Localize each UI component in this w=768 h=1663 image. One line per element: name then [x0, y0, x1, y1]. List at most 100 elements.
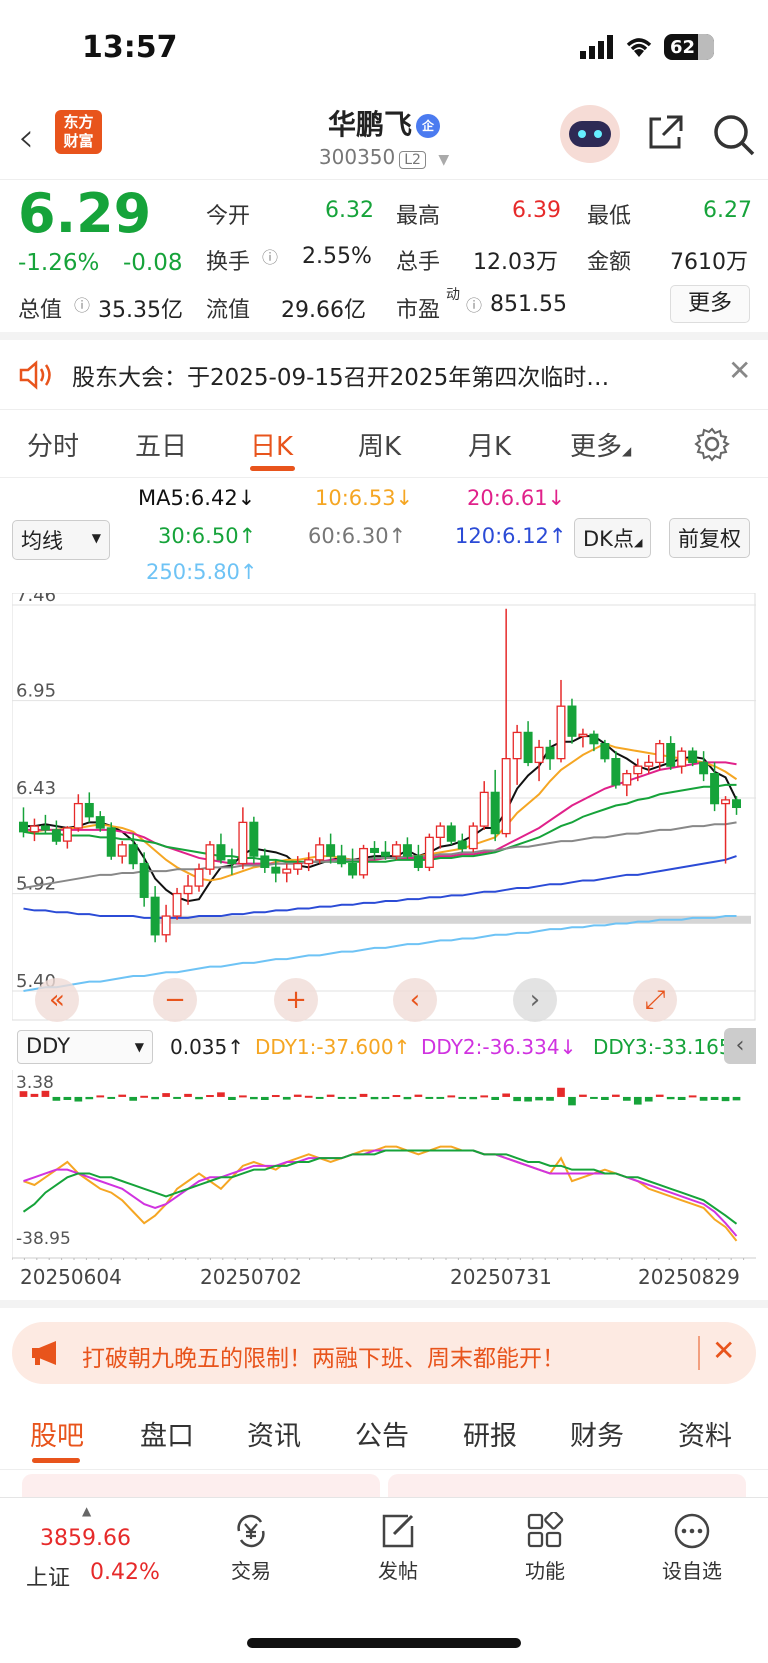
tab-monthly-k[interactable]: 月K	[468, 426, 511, 463]
dk-point-button[interactable]: DK点◢	[574, 518, 652, 558]
pe-value: 851.55	[490, 292, 567, 317]
ddy-bar	[535, 1096, 543, 1101]
scroll-left-button[interactable]: ‹	[393, 978, 437, 1022]
tab-profile[interactable]: 资料	[678, 1414, 732, 1453]
triangle-down-icon: ◢	[622, 444, 632, 458]
ddy-bar	[425, 1096, 434, 1099]
mcap-value: 35.35亿	[98, 298, 183, 323]
candle-body	[501, 758, 511, 835]
ddy-bar	[513, 1096, 521, 1102]
close-icon[interactable]: ✕	[712, 1334, 735, 1367]
candle-body	[139, 862, 149, 898]
tab-announcements[interactable]: 公告	[355, 1414, 409, 1453]
ddy-bar	[666, 1096, 675, 1100]
scroll-start-button[interactable]: «	[35, 978, 79, 1022]
tab-research[interactable]: 研报	[463, 1414, 517, 1453]
y-axis-tick-label: -38.95	[16, 1229, 71, 1249]
candle-body	[578, 733, 588, 737]
close-icon[interactable]: ✕	[728, 354, 751, 387]
index-name[interactable]: 上证	[26, 1560, 70, 1592]
triangle-down-icon: ◢	[633, 536, 643, 549]
candle-body	[315, 844, 325, 861]
triangle-down-icon: ▼	[91, 531, 101, 545]
tab-financials[interactable]: 财务	[570, 1414, 624, 1453]
search-icon[interactable]	[712, 113, 756, 157]
volume-value: 12.03万	[473, 250, 558, 275]
settings-gear-icon[interactable]	[694, 426, 730, 462]
index-value[interactable]: 3859.66	[40, 1526, 131, 1551]
ddy-bar	[590, 1096, 598, 1099]
ddy-bar	[491, 1096, 500, 1100]
turnover-label: 换手	[206, 250, 251, 275]
divider	[0, 1300, 768, 1308]
candlestick-chart[interactable]: 7.466.956.435.925.40	[12, 593, 756, 1021]
ma120-label: 120:6.12↑	[455, 524, 567, 548]
ddy-bar	[129, 1096, 138, 1101]
scroll-right-button[interactable]: ›	[513, 978, 557, 1022]
ddy-bar	[688, 1095, 697, 1098]
candle-body	[161, 915, 171, 936]
candle-body	[490, 791, 500, 835]
ddy-bar	[557, 1087, 565, 1097]
tab-five-day[interactable]: 五日	[135, 426, 187, 463]
zoom-out-button[interactable]: −	[153, 978, 197, 1022]
candle-body	[271, 866, 281, 874]
quote-panel: 6.29 -1.26% -0.08 今开 6.32 最高 6.39 最低 6.2…	[0, 182, 768, 340]
zoom-in-button[interactable]: +	[274, 978, 318, 1022]
info-icon[interactable]: ⓘ	[74, 292, 90, 316]
tab-forum[interactable]: 股吧	[30, 1414, 84, 1453]
ddy-bar	[293, 1094, 302, 1097]
candle-body	[677, 750, 687, 767]
ddy-bar	[271, 1095, 280, 1098]
ddy-bar	[74, 1096, 83, 1102]
functions-button[interactable]: 功能	[490, 1510, 600, 1584]
tab-daily-k[interactable]: 日K	[250, 426, 293, 463]
add-watchlist-button[interactable]: 设自选	[637, 1512, 747, 1584]
volume-label: 总手	[396, 250, 441, 275]
trade-button[interactable]: 交易	[196, 1512, 306, 1584]
tab-intraday[interactable]: 分时	[27, 426, 79, 463]
share-icon[interactable]	[645, 113, 685, 153]
info-icon[interactable]: ⓘ	[466, 292, 482, 316]
collapse-panel-button[interactable]: ‹	[724, 1028, 756, 1064]
info-icon[interactable]: ⓘ	[262, 244, 278, 268]
forum-card-peek	[388, 1474, 746, 1498]
ddy-bar	[502, 1093, 510, 1097]
tab-order-book[interactable]: 盘口	[140, 1414, 194, 1453]
ai-assistant-avatar[interactable]	[560, 105, 620, 163]
ddy-line-DDY2	[23, 1149, 738, 1237]
ddy-bar	[162, 1093, 170, 1097]
candle-body	[227, 859, 237, 865]
grid-icon	[527, 1510, 564, 1548]
x-axis-date-label: 20250829	[638, 1265, 740, 1289]
announcement-bar[interactable]: 股东大会：于2025-09-15召开2025年第四次临时… ✕	[0, 340, 768, 410]
candle-body	[18, 821, 28, 833]
enterprise-badge: 企	[416, 114, 440, 138]
post-button[interactable]: 发帖	[343, 1512, 453, 1584]
candle-body	[172, 892, 182, 917]
promo-banner[interactable]: 打破朝九晚五的限制！两融下班、周末都能开！ ✕	[12, 1322, 756, 1384]
indicator-selector[interactable]: DDY ▼	[17, 1030, 153, 1064]
tab-news[interactable]: 资讯	[247, 1414, 301, 1453]
ddy-bar	[436, 1096, 445, 1099]
index-change[interactable]: 0.42%	[90, 1560, 160, 1585]
fullscreen-expand-icon[interactable]: ⤢	[633, 978, 677, 1022]
ddy-bar	[282, 1096, 291, 1100]
ddy-bar	[228, 1096, 236, 1100]
ddy1-label: DDY1:-37.600↑	[255, 1035, 411, 1059]
ddy-bar	[184, 1093, 192, 1097]
ddy-indicator-chart[interactable]: 3.38 -38.95	[12, 1070, 756, 1260]
ma-selector[interactable]: 均线 ▼	[12, 520, 110, 560]
more-button[interactable]: 更多	[670, 285, 750, 323]
forward-adjust-button[interactable]: 前复权	[669, 518, 750, 558]
ddy-bar	[721, 1096, 730, 1102]
home-indicator	[247, 1638, 521, 1648]
candle-body	[260, 855, 270, 868]
change-amount: -0.08	[123, 250, 183, 276]
candle-body	[699, 761, 709, 775]
x-axis-date-label: 20250731	[450, 1265, 552, 1289]
tab-more[interactable]: 更多◢	[570, 426, 631, 463]
tab-weekly-k[interactable]: 周K	[358, 426, 401, 463]
ddy-bar	[710, 1096, 719, 1100]
ddy-bar	[381, 1096, 390, 1099]
